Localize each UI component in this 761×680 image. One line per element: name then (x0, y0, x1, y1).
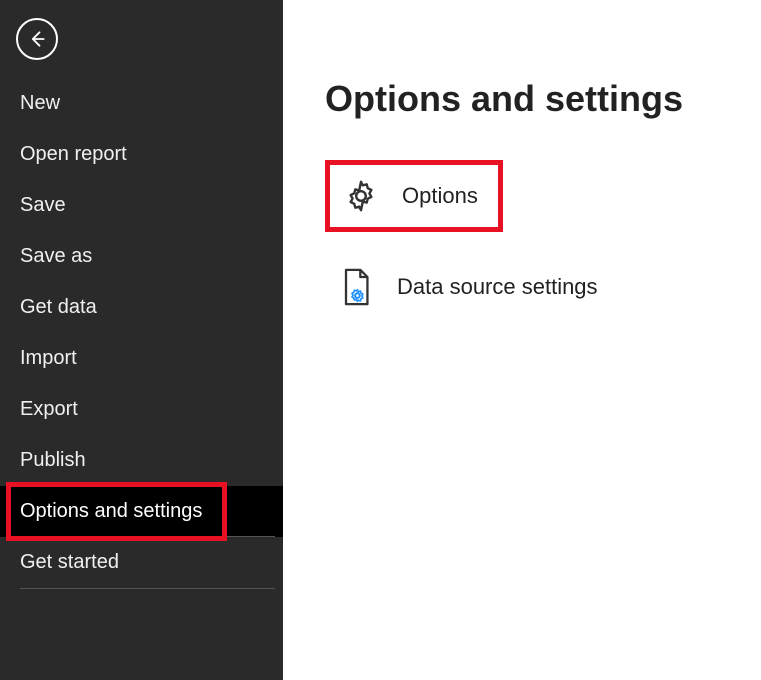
back-arrow-icon (27, 29, 47, 49)
back-button[interactable] (16, 18, 58, 60)
document-gear-icon (337, 268, 375, 306)
option-options[interactable]: Options (325, 160, 503, 232)
menu-item-get-started[interactable]: Get started (0, 537, 283, 588)
gear-icon (342, 177, 380, 215)
menu-item-save[interactable]: Save (0, 180, 283, 231)
option-data-source-settings[interactable]: Data source settings (325, 256, 618, 318)
page-title: Options and settings (325, 78, 761, 120)
sidebar: New Open report Save Save as Get data Im… (0, 0, 283, 680)
menu-item-open-report[interactable]: Open report (0, 129, 283, 180)
menu-item-save-as[interactable]: Save as (0, 231, 283, 282)
menu-item-options-settings[interactable]: Options and settings (0, 486, 283, 537)
menu-item-label: Options and settings (20, 500, 202, 522)
menu-item-options-settings-container: Options and settings (0, 486, 283, 537)
menu-item-import[interactable]: Import (0, 333, 283, 384)
content-panel: Options and settings Options Data source… (283, 0, 761, 680)
menu-item-publish[interactable]: Publish (0, 435, 283, 486)
menu-item-get-data[interactable]: Get data (0, 282, 283, 333)
option-label: Data source settings (397, 274, 598, 300)
option-label: Options (402, 183, 478, 209)
menu-item-new[interactable]: New (0, 78, 283, 129)
menu-item-export[interactable]: Export (0, 384, 283, 435)
